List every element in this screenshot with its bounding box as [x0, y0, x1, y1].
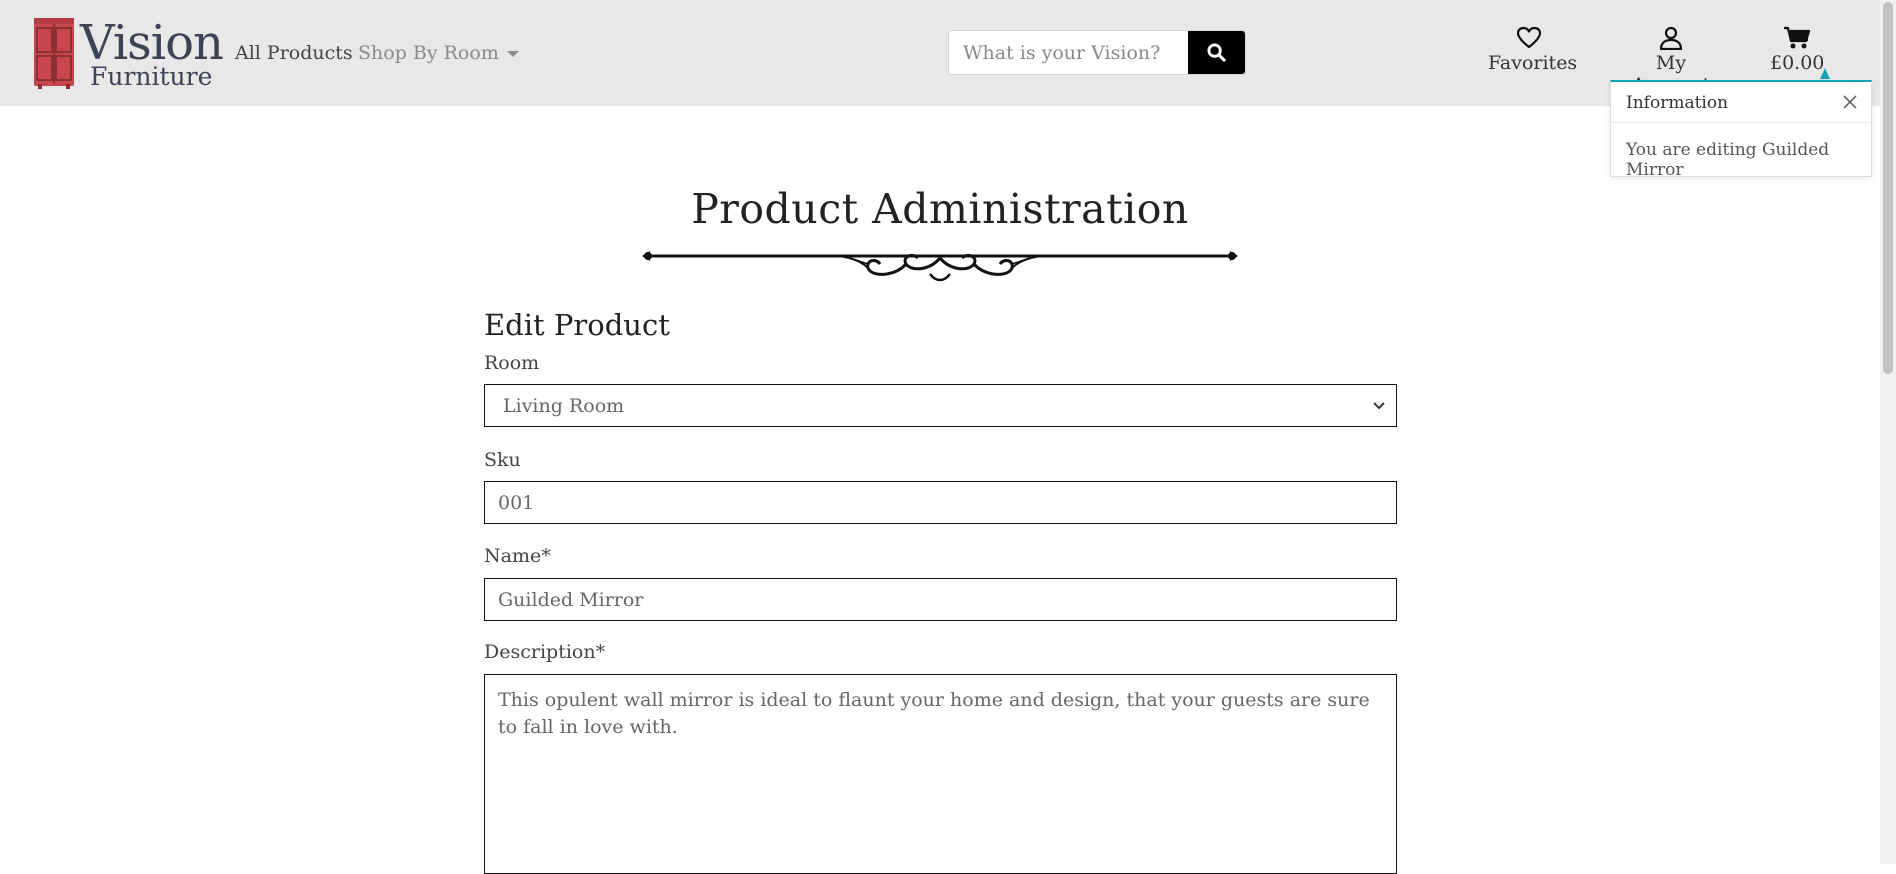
- scrollbar-thumb[interactable]: [1883, 2, 1893, 374]
- wardrobe-logo-icon: [34, 18, 74, 89]
- brand-tagline: Furniture: [90, 62, 213, 91]
- description-textarea[interactable]: This opulent wall mirror is ideal to fla…: [484, 674, 1397, 874]
- sku-label: Sku: [484, 449, 521, 471]
- cart-total: £0.00: [1770, 52, 1825, 74]
- toast-title: Information: [1626, 93, 1729, 113]
- search-button[interactable]: [1188, 31, 1245, 74]
- name-input[interactable]: [485, 579, 1396, 620]
- room-select[interactable]: Living Room: [484, 384, 1397, 427]
- close-icon[interactable]: [1841, 93, 1859, 111]
- nav-shop-by-room-label: Shop By Room: [358, 42, 499, 64]
- site-logo[interactable]: Vision Furniture: [32, 18, 224, 92]
- ornamental-divider: [642, 251, 1238, 282]
- toast-message: You are editing Guilded Mirror: [1626, 140, 1830, 180]
- info-toast: Information You are editing Guilded Mirr…: [1610, 80, 1872, 180]
- heart-icon: [1516, 26, 1542, 49]
- brand-name: Vision: [80, 15, 224, 71]
- favorites-link[interactable]: Favorites: [1488, 26, 1577, 74]
- room-label: Room: [484, 352, 540, 374]
- toast-pointer: [1820, 68, 1830, 79]
- nav-all-products[interactable]: All Products: [235, 42, 353, 64]
- sku-input[interactable]: [485, 482, 1396, 523]
- cart-icon: [1784, 26, 1811, 49]
- search-icon: [1207, 43, 1226, 62]
- favorites-label: Favorites: [1488, 52, 1578, 74]
- form-heading: Edit Product: [484, 308, 670, 342]
- chevron-down-icon: [1373, 402, 1385, 410]
- sku-field: [484, 481, 1397, 524]
- name-field: [484, 578, 1397, 621]
- user-icon: [1659, 26, 1683, 50]
- room-select-value: Living Room: [503, 395, 625, 417]
- cart-link[interactable]: £0.00: [1770, 26, 1824, 74]
- search-form: [948, 30, 1246, 75]
- description-label: Description*: [484, 641, 606, 663]
- page-title: Product Administration: [691, 185, 1189, 233]
- search-input[interactable]: [949, 31, 1185, 74]
- toast-header: Information: [1611, 82, 1871, 123]
- caret-down-icon: [506, 51, 519, 57]
- page-scrollbar[interactable]: [1880, 0, 1896, 864]
- name-label: Name*: [484, 545, 551, 567]
- nav-shop-by-room-dropdown[interactable]: Shop By Room: [358, 42, 519, 64]
